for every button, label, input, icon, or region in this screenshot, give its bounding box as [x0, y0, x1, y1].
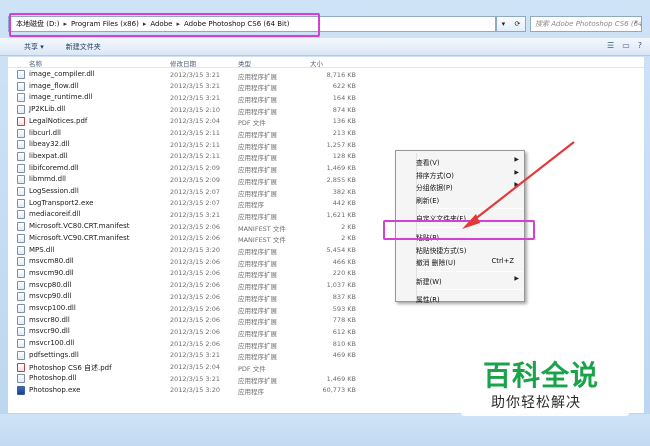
watermark: 百科全说 助你轻松解决 [461, 342, 629, 416]
watermark-subtitle: 助你轻松解决 [491, 395, 581, 411]
watermark-title: 百科全说 [483, 359, 600, 392]
explorer-window: 本地磁盘 (D:) ▸ Program Files (x86) ▸ Adobe … [0, 0, 650, 446]
arrow-shaft [469, 141, 575, 224]
